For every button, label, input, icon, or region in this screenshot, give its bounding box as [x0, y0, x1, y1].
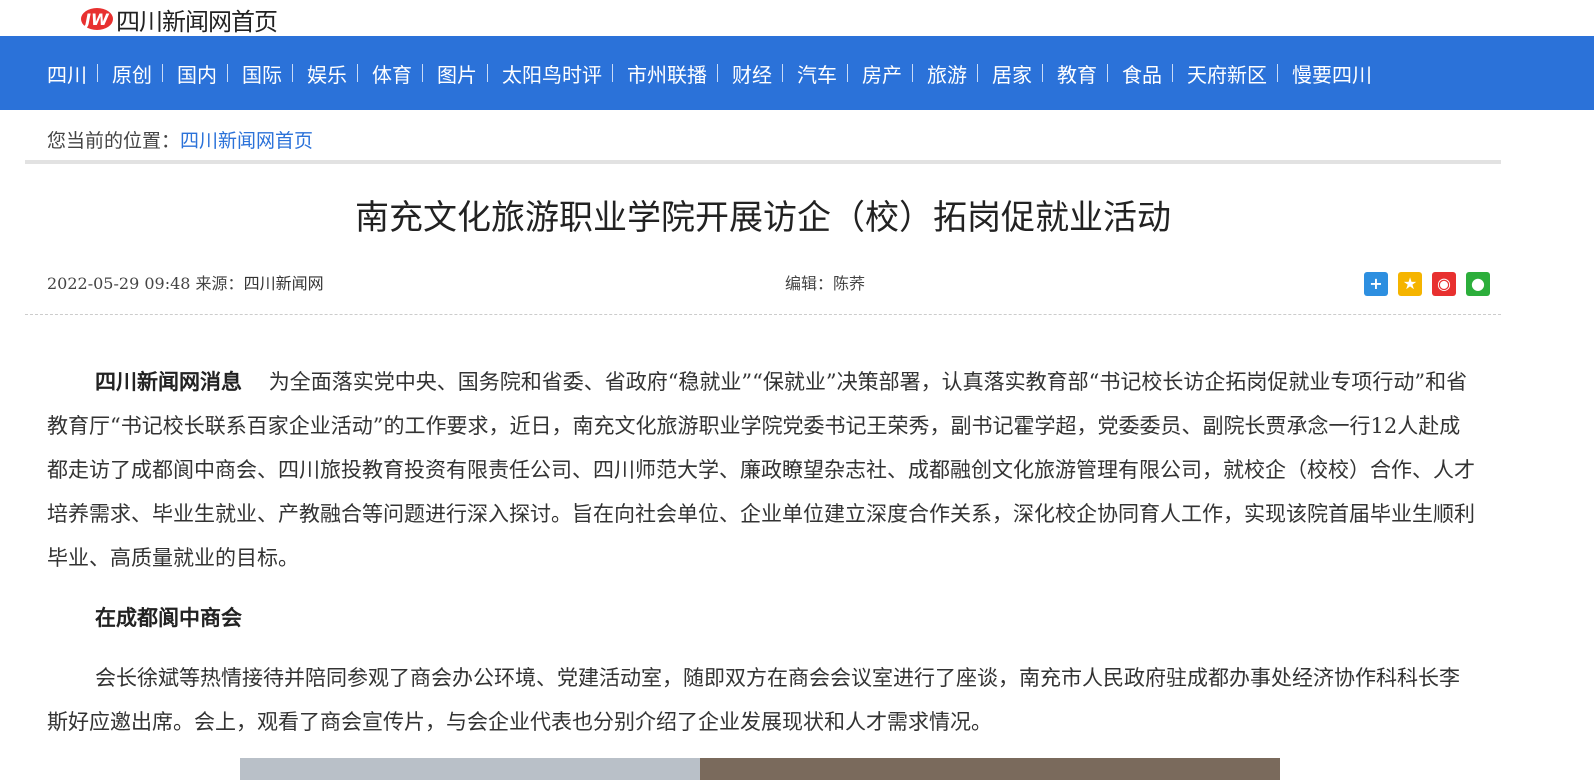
main-nav: 四川 原创 国内 国际 娱乐 体育 图片 太阳鸟时评 市州联播 财经 汽车 房产 旅游 居家 教育 食品 天府新…	[0, 36, 1594, 110]
nav-item: 娱乐	[307, 59, 372, 88]
article-editor: 编辑：陈荞	[785, 274, 866, 293]
breadcrumb-home-link[interactable]: 四川新闻网首页	[180, 130, 313, 152]
nav-link[interactable]: 国际	[242, 59, 282, 88]
article-photo	[240, 758, 1280, 780]
paragraph: 四川新闻网消息 为全面落实党中央、国务院和省委、省政府“稳就业”“保就业”决策部…	[47, 360, 1477, 580]
article-meta: 2022-05-29 09:48 来源：四川新闻网	[47, 270, 324, 294]
nav-link[interactable]: 太阳鸟时评	[502, 59, 602, 88]
nav-list: 四川 原创 国内 国际 娱乐 体育 图片 太阳鸟时评 市州联播 财经 汽车 房产 旅游 居家 教育 食品 天府新…	[47, 36, 1372, 110]
nav-separator	[1172, 64, 1173, 82]
nav-item: 居家	[992, 59, 1057, 88]
nav-link[interactable]: 图片	[437, 59, 477, 88]
nav-link[interactable]: 天府新区	[1187, 59, 1267, 88]
site-logo[interactable]: JW 四川新闻网首页	[80, 4, 278, 36]
nav-item: 国内	[177, 59, 242, 88]
nav-link[interactable]: 娱乐	[307, 59, 347, 88]
nav-separator	[1107, 64, 1108, 82]
nav-item: 图片	[437, 59, 502, 88]
nav-item: 太阳鸟时评	[502, 59, 627, 88]
article-datetime: 2022-05-29 09:48	[47, 274, 191, 293]
nav-item: 四川	[47, 59, 112, 88]
article-body: 四川新闻网消息 为全面落实党中央、国务院和省委、省政府“稳就业”“保就业”决策部…	[47, 360, 1477, 744]
qzone-icon[interactable]: ★	[1398, 272, 1422, 296]
logo-text: 四川新闻网首页	[116, 7, 278, 36]
nav-link[interactable]: 财经	[732, 59, 772, 88]
breadcrumb-prefix: 您当前的位置：	[47, 130, 181, 152]
nav-separator	[912, 64, 913, 82]
share-bar: + ★ ◉ ●	[1364, 272, 1500, 296]
nav-link[interactable]: 国内	[177, 59, 217, 88]
nav-separator	[717, 64, 718, 82]
nav-item: 国际	[242, 59, 307, 88]
lead-bold: 四川新闻网消息	[95, 369, 242, 394]
nav-item: 食品	[1122, 59, 1187, 88]
article-title: 南充文化旅游职业学院开展访企（校）拓岗促就业活动	[355, 198, 1171, 238]
photo-right	[700, 758, 1280, 780]
nav-link[interactable]: 四川	[47, 59, 87, 88]
nav-link[interactable]: 慢要四川	[1292, 59, 1372, 88]
nav-item: 天府新区	[1187, 59, 1292, 88]
nav-item: 教育	[1057, 59, 1122, 88]
nav-link[interactable]: 体育	[372, 59, 412, 88]
nav-separator	[847, 64, 848, 82]
nav-separator	[1277, 64, 1278, 82]
nav-separator	[162, 64, 163, 82]
divider	[25, 160, 1501, 164]
nav-separator	[422, 64, 423, 82]
logo-icon: JW	[80, 6, 114, 32]
nav-separator	[292, 64, 293, 82]
breadcrumb: 您当前的位置：四川新闻网首页	[47, 126, 313, 153]
nav-link[interactable]: 汽车	[797, 59, 837, 88]
source-label: 来源：	[195, 274, 244, 293]
source-name: 四川新闻网	[243, 274, 324, 293]
nav-link[interactable]: 食品	[1122, 59, 1162, 88]
nav-link[interactable]: 旅游	[927, 59, 967, 88]
nav-link[interactable]: 居家	[992, 59, 1032, 88]
nav-item: 体育	[372, 59, 437, 88]
nav-separator	[487, 64, 488, 82]
nav-item: 房产	[862, 59, 927, 88]
nav-separator	[612, 64, 613, 82]
nav-item: 旅游	[927, 59, 992, 88]
nav-link[interactable]: 教育	[1057, 59, 1097, 88]
nav-separator	[1042, 64, 1043, 82]
subheading: 在成都阆中商会	[95, 605, 242, 630]
nav-link[interactable]: 原创	[112, 59, 152, 88]
nav-separator	[97, 64, 98, 82]
meta-divider	[25, 314, 1501, 315]
weibo-icon[interactable]: ◉	[1432, 272, 1456, 296]
nav-item: 汽车	[797, 59, 862, 88]
nav-item: 财经	[732, 59, 797, 88]
nav-separator	[782, 64, 783, 82]
nav-separator	[977, 64, 978, 82]
paragraph: 会长徐斌等热情接待并陪同参观了商会办公环境、党建活动室，随即双方在商会会议室进行…	[47, 666, 1460, 734]
nav-separator	[357, 64, 358, 82]
nav-item: 市州联播	[627, 59, 732, 88]
nav-item: 慢要四川	[1292, 59, 1372, 88]
svg-text:JW: JW	[82, 10, 110, 29]
paragraph-text: 为全面落实党中央、国务院和省委、省政府“稳就业”“保就业”决策部署，认真落实教育…	[47, 370, 1475, 570]
plus-share-icon[interactable]: +	[1364, 272, 1388, 296]
nav-separator	[227, 64, 228, 82]
photo-left	[240, 758, 700, 780]
nav-item: 原创	[112, 59, 177, 88]
nav-link[interactable]: 市州联播	[627, 59, 707, 88]
nav-link[interactable]: 房产	[862, 59, 902, 88]
wechat-icon[interactable]: ●	[1466, 272, 1490, 296]
top-header: JW 四川新闻网首页	[0, 0, 1594, 36]
